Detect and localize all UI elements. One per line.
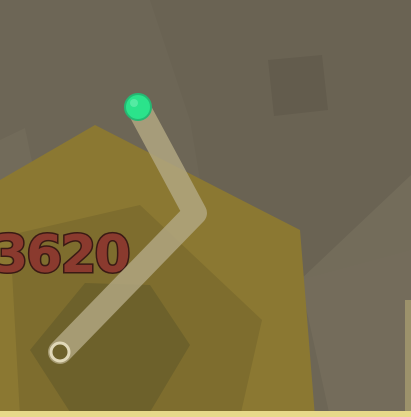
score-text: 3620 (0, 225, 129, 285)
background-block (268, 55, 328, 116)
game-canvas[interactable]: 3620 (0, 0, 411, 417)
game-board[interactable]: 3620 (0, 0, 411, 417)
board-border (0, 411, 411, 417)
board-border-right (405, 300, 411, 417)
trail-end-ring-icon (49, 341, 71, 363)
player-dot-icon (124, 93, 152, 121)
player-highlight (130, 99, 138, 107)
